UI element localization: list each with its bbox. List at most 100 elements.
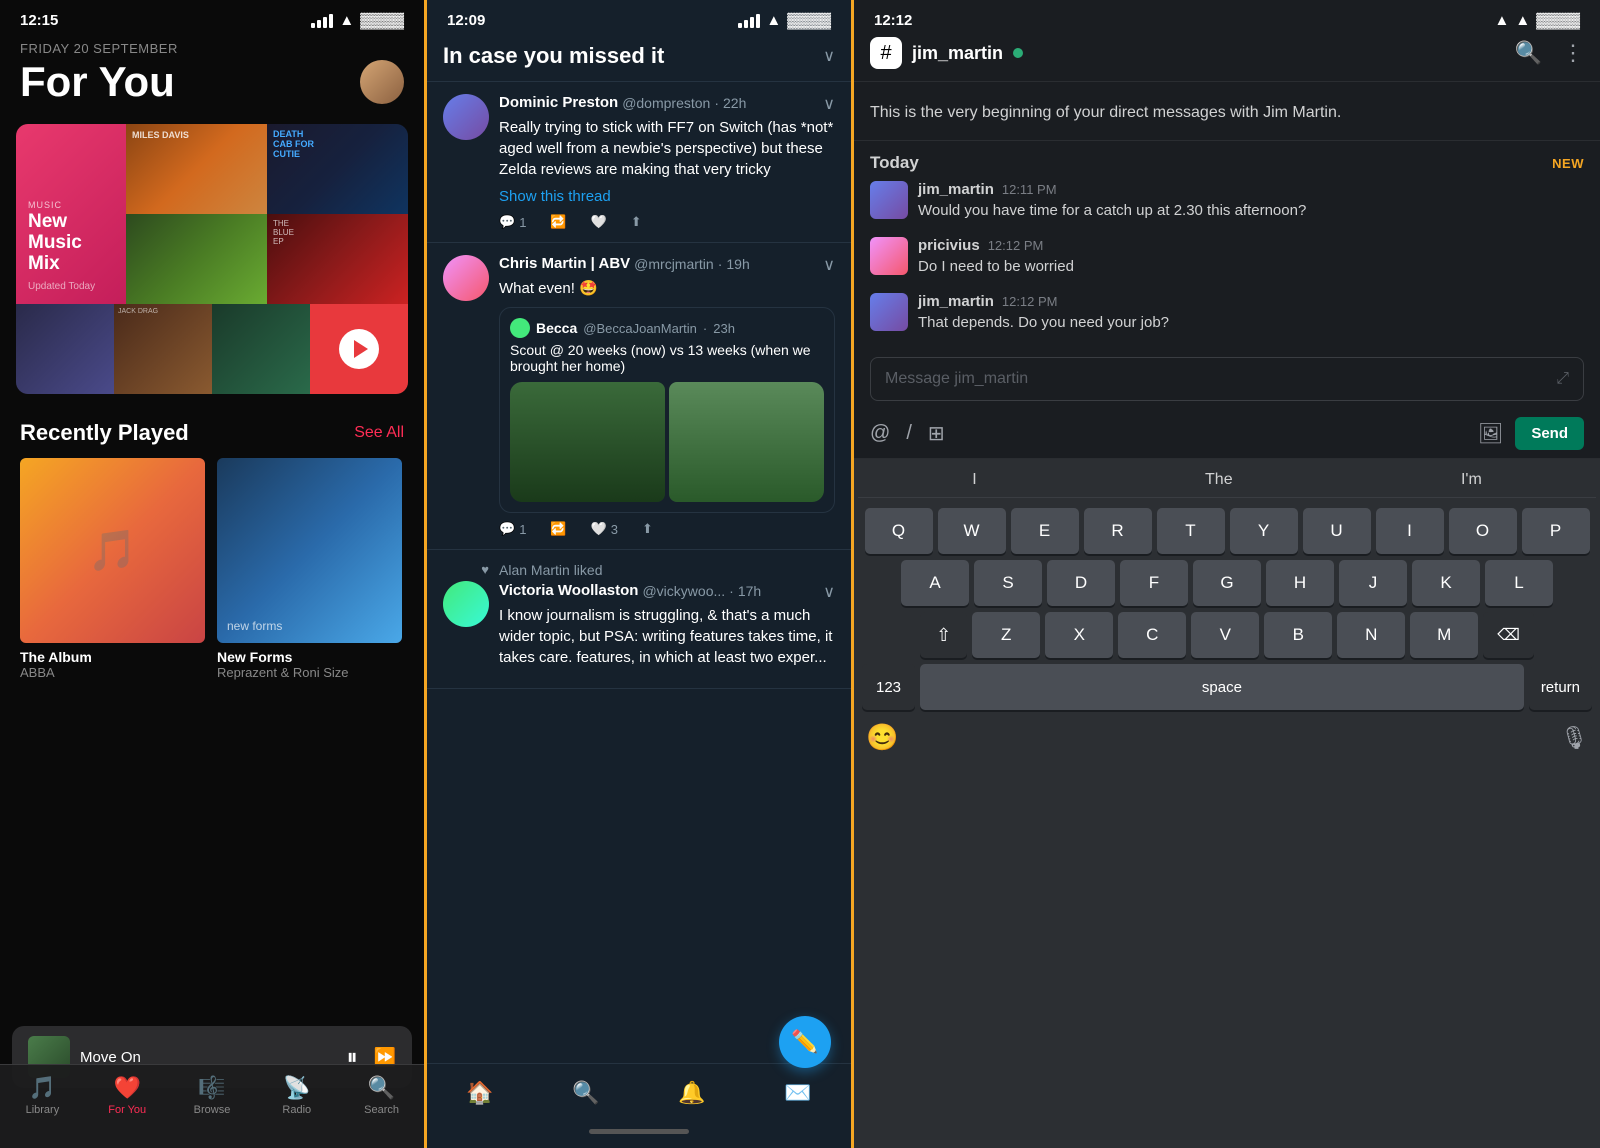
show-thread-link[interactable]: Show this thread	[499, 188, 611, 205]
key-o[interactable]: O	[1449, 508, 1517, 554]
key-q[interactable]: Q	[865, 508, 933, 554]
reply-action-2[interactable]: 💬 1	[499, 521, 526, 537]
slash-icon[interactable]: /	[906, 422, 912, 445]
key-r[interactable]: R	[1084, 508, 1152, 554]
twitter-status-bar: 12:09 ▲ ▓▓▓▓	[427, 0, 851, 33]
tweet-avatar-1	[443, 94, 489, 140]
emoji-icon[interactable]: 😊	[866, 722, 898, 753]
sl-wifi-icon: ▲	[1515, 12, 1530, 29]
key-w[interactable]: W	[938, 508, 1006, 554]
new-music-mix-card[interactable]: MUSIC New MusicMix Updated Today MILES D…	[16, 124, 408, 394]
key-k[interactable]: K	[1412, 560, 1480, 606]
tab-search[interactable]: 🔍 Search	[339, 1075, 424, 1116]
tab-radio[interactable]: 📡 Radio	[254, 1075, 339, 1116]
expand-icon[interactable]: ⤢	[1556, 370, 1569, 388]
retweet-action-1[interactable]: 🔁	[550, 214, 566, 230]
reply-action-1[interactable]: 💬 1	[499, 214, 526, 230]
np-title: Move On	[80, 1049, 337, 1066]
tw-tab-notifications[interactable]: 🔔	[639, 1080, 745, 1106]
key-p[interactable]: P	[1522, 508, 1590, 554]
attachment-icon[interactable]: ⊞	[928, 421, 945, 446]
key-u[interactable]: U	[1303, 508, 1371, 554]
suggestion-2[interactable]: The	[1205, 471, 1233, 489]
like-action-2[interactable]: 🤍 3	[591, 521, 618, 537]
retweet-action-2[interactable]: 🔁	[550, 521, 566, 537]
send-button[interactable]: Send	[1515, 417, 1584, 450]
album-name-2: New Forms	[217, 649, 402, 665]
key-f[interactable]: F	[1120, 560, 1188, 606]
tweet-name-1: Dominic Preston	[499, 94, 618, 111]
tweet-more-icon-1[interactable]: ∨	[823, 94, 835, 114]
dog-image-2	[669, 382, 824, 502]
slack-logo-icon: #	[880, 42, 891, 65]
twitter-panel: 12:09 ▲ ▓▓▓▓ In case you missed it ∨	[427, 0, 854, 1148]
key-n[interactable]: N	[1337, 612, 1405, 658]
recently-played-title: Recently Played	[20, 420, 189, 446]
key-y[interactable]: Y	[1230, 508, 1298, 554]
share-action-1[interactable]: ⬆	[631, 214, 642, 230]
share-action-2[interactable]: ⬆	[642, 521, 653, 537]
slack-more-icon[interactable]: ⋮	[1562, 40, 1584, 66]
key-i[interactable]: I	[1376, 508, 1444, 554]
microphone-icon[interactable]: 🎙	[1560, 725, 1588, 751]
key-123[interactable]: 123	[862, 664, 915, 710]
play-button[interactable]	[339, 329, 379, 369]
key-v[interactable]: V	[1191, 612, 1259, 658]
suggestion-1[interactable]: I	[972, 471, 976, 489]
key-c[interactable]: C	[1118, 612, 1186, 658]
like-action-1[interactable]: 🤍	[591, 214, 607, 230]
key-j[interactable]: J	[1339, 560, 1407, 606]
play-button-cell[interactable]	[310, 304, 408, 394]
key-s[interactable]: S	[974, 560, 1042, 606]
key-b[interactable]: B	[1264, 612, 1332, 658]
mention-icon[interactable]: @	[870, 422, 890, 445]
suggestion-3[interactable]: I'm	[1461, 471, 1482, 489]
tab-library[interactable]: 🎵 Library	[0, 1075, 85, 1116]
slack-input-placeholder: Message jim_martin	[885, 370, 1028, 388]
twitter-tab-bar: 🏠 🔍 🔔 ✉️	[427, 1063, 851, 1121]
section-header: Recently Played See All	[20, 420, 404, 446]
compose-tweet-button[interactable]: ✏️	[779, 1016, 831, 1068]
music-time: 12:15	[20, 12, 58, 29]
twitter-status-right: ▲ ▓▓▓▓	[738, 12, 831, 29]
key-delete[interactable]: ⌫	[1483, 612, 1534, 658]
key-z[interactable]: Z	[972, 612, 1040, 658]
see-all-button[interactable]: See All	[354, 424, 404, 442]
tweet-meta-1: Dominic Preston @dompreston · 22h	[499, 94, 746, 111]
key-shift[interactable]: ⇧	[920, 612, 967, 658]
slack-msg-time-1: 12:11 PM	[1002, 182, 1057, 197]
tweet-more-icon-2[interactable]: ∨	[823, 255, 835, 275]
key-g[interactable]: G	[1193, 560, 1261, 606]
key-h[interactable]: H	[1266, 560, 1334, 606]
tweet-age-2: 19h	[726, 256, 749, 272]
key-e[interactable]: E	[1011, 508, 1079, 554]
album-item-1[interactable]: 🎵 The Album ABBA	[20, 458, 205, 680]
slack-input-area[interactable]: Message jim_martin ⤢	[870, 357, 1584, 401]
tweet-text-3: I know journalism is struggling, & that'…	[499, 605, 835, 668]
key-l[interactable]: L	[1485, 560, 1553, 606]
quoted-tweet: Becca @BeccaJoanMartin · 23h Scout @ 20 …	[499, 307, 835, 513]
key-t[interactable]: T	[1157, 508, 1225, 554]
twitter-section-title: In case you missed it	[443, 43, 664, 69]
key-a[interactable]: A	[901, 560, 969, 606]
tw-tab-home[interactable]: 🏠	[427, 1080, 533, 1106]
key-d[interactable]: D	[1047, 560, 1115, 606]
slack-header: # jim_martin 🔍 ⋮	[854, 33, 1600, 82]
tweet-more-icon-3[interactable]: ∨	[823, 582, 835, 602]
tw-tab-search[interactable]: 🔍	[533, 1080, 639, 1106]
tw-tab-messages[interactable]: ✉️	[745, 1080, 851, 1106]
key-return[interactable]: return	[1529, 664, 1592, 710]
tweet-meta-2: Chris Martin | ABV @mrcjmartin · 19h	[499, 255, 750, 272]
avatar[interactable]	[360, 60, 404, 104]
tab-browse[interactable]: 🎼 Browse	[170, 1075, 255, 1116]
image-icon[interactable]: 🖼	[1478, 421, 1503, 446]
music-status-right: ▲ ▓▓▓▓	[311, 12, 404, 29]
key-x[interactable]: X	[1045, 612, 1113, 658]
key-m[interactable]: M	[1410, 612, 1478, 658]
chevron-down-icon[interactable]: ∨	[823, 46, 835, 66]
tweet-header-1: Dominic Preston @dompreston · 22h ∨	[499, 94, 835, 114]
tab-for-you[interactable]: ❤️ For You	[85, 1075, 170, 1116]
album-item-2[interactable]: new forms New Forms Reprazent & Roni Siz…	[217, 458, 402, 680]
key-space[interactable]: space	[920, 664, 1524, 710]
slack-search-icon[interactable]: 🔍	[1515, 40, 1542, 66]
